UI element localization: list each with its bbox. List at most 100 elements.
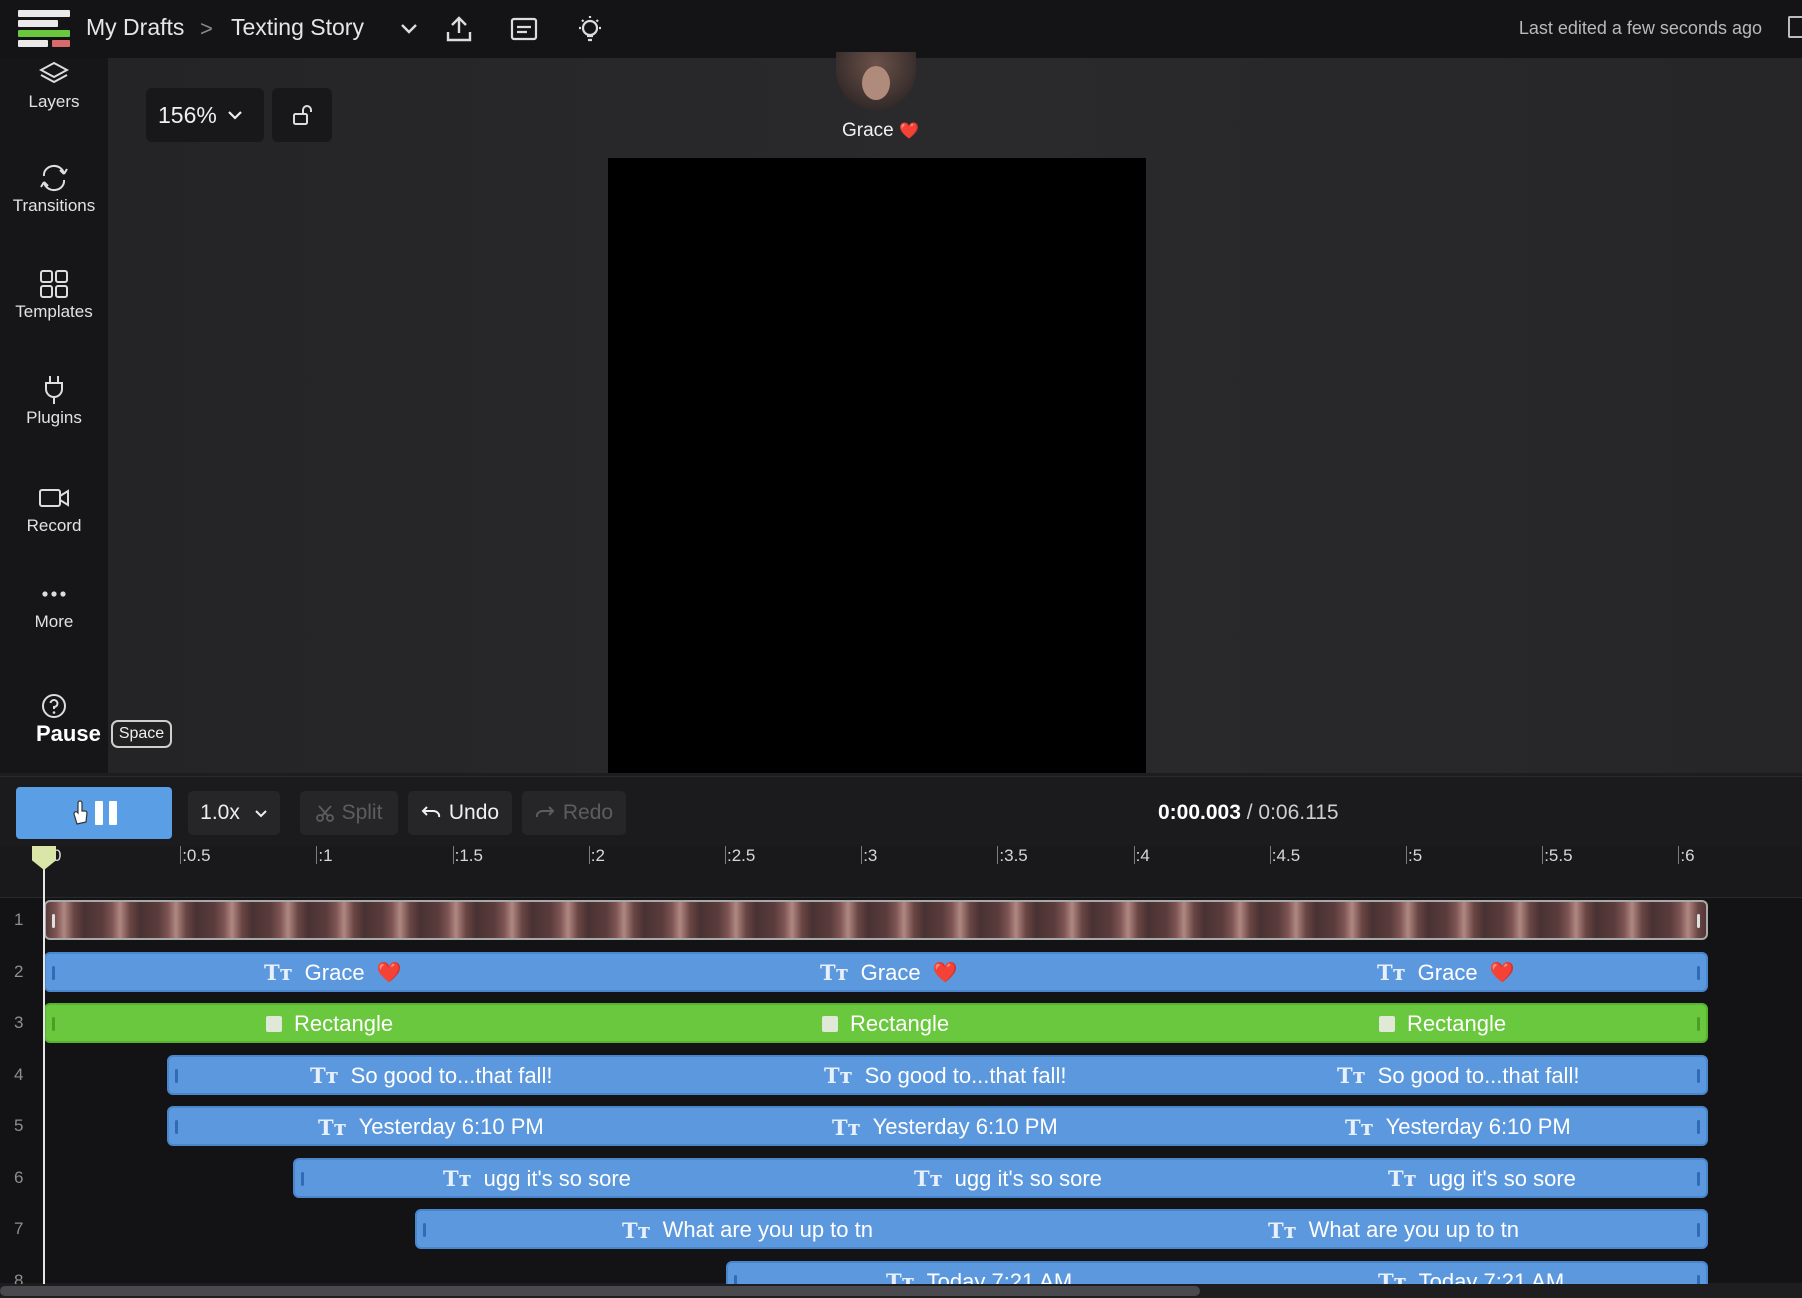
text-clip[interactable]: Tт So good to...that fall! Tт So good to...… xyxy=(167,1054,1708,1095)
clip-segment-label: Rectangle xyxy=(822,1011,949,1037)
redo-button[interactable]: Redo xyxy=(522,791,626,835)
undo-button[interactable]: Undo xyxy=(408,791,512,835)
sidebar-item-record[interactable]: Record xyxy=(0,482,108,536)
clip-trim-handle-left[interactable] xyxy=(52,1017,55,1031)
ruler-tick-label: :6 xyxy=(1680,846,1695,865)
text-clip[interactable]: Tт ugg it's so sore Tт ugg it's so sore Tт ug… xyxy=(293,1157,1708,1198)
sidebar-item-label: Plugins xyxy=(26,408,82,427)
ruler-tick-mark xyxy=(1542,846,1544,864)
segment-text: Grace xyxy=(860,959,921,985)
clip-trim-handle-right[interactable] xyxy=(1697,1120,1700,1134)
track-number: 5 xyxy=(14,1116,24,1135)
clip-segment-label: Tт So good to...that fall! xyxy=(1337,1063,1579,1089)
clip-trim-handle-right[interactable] xyxy=(1697,1171,1700,1186)
clip-segment-label: Tт Grace ❤️ xyxy=(1377,960,1514,986)
clip-segment-label: Tт Grace ❤️ xyxy=(264,960,401,986)
segment-text: So good to...that fall! xyxy=(864,1062,1067,1088)
sidebar-item-more[interactable]: More xyxy=(0,578,108,632)
panel-toggle-icon[interactable] xyxy=(1788,16,1802,38)
ruler-tick-label: :5.5 xyxy=(1544,846,1573,865)
templates-icon xyxy=(36,268,72,300)
text-clip[interactable]: Tт Yesterday 6:10 PM Tт Yesterday 6:10 PM Tт… xyxy=(167,1106,1708,1146)
text-type-icon: Tт xyxy=(1268,1217,1297,1243)
scrollbar-thumb[interactable] xyxy=(0,1286,1200,1296)
segment-text: So good to...that fall! xyxy=(350,1062,553,1088)
redo-label: Redo xyxy=(562,801,614,824)
video-preview[interactable] xyxy=(608,158,1146,773)
rectangle-icon xyxy=(266,1016,282,1032)
segment-text: So good to...that fall! xyxy=(1377,1062,1580,1088)
text-clip[interactable]: Tт Grace ❤️ Tт Grace ❤️ Tт Grace ❤️ xyxy=(44,951,1708,992)
clip-trim-handle-left[interactable] xyxy=(52,914,55,928)
clip-trim-handle-left[interactable] xyxy=(423,1223,426,1237)
sidebar-item-transitions[interactable]: Transitions xyxy=(0,162,108,216)
current-time: 0:00.003 xyxy=(1158,801,1241,824)
time-separator: / xyxy=(1240,801,1259,824)
ruler-tick-label: :4.5 xyxy=(1271,846,1301,865)
clip-trim-handle-right[interactable] xyxy=(1697,1017,1700,1031)
playback-speed-select[interactable]: 1.0x xyxy=(188,791,280,835)
ruler-tick-label: :3 xyxy=(863,846,878,865)
text-type-icon: Tт xyxy=(824,1063,853,1088)
track-number: 4 xyxy=(14,1064,24,1084)
help-button[interactable] xyxy=(0,690,108,722)
rectangle-clip[interactable]: Rectangle Rectangle Rectangle xyxy=(44,1003,1708,1043)
ruler-tick-label: :1.5 xyxy=(454,846,483,865)
breadcrumb-my-drafts[interactable]: My Drafts xyxy=(86,14,184,41)
camera-icon xyxy=(36,482,72,514)
clip-segment-label: Tт So good to...that fall! xyxy=(824,1063,1066,1089)
export-upload-icon[interactable] xyxy=(444,14,474,44)
zoom-value: 156% xyxy=(158,101,217,128)
subtitles-icon[interactable] xyxy=(509,14,539,44)
segment-text: Yesterday 6:10 PM xyxy=(1385,1114,1571,1139)
sidebar-item-label: Transitions xyxy=(12,196,96,215)
track-number: 7 xyxy=(14,1219,24,1238)
pointer-cursor-icon xyxy=(71,800,89,826)
clip-trim-handle-left[interactable] xyxy=(175,1068,178,1083)
breadcrumb-separator: > xyxy=(200,16,213,41)
sidebar-item-plugins[interactable]: Plugins xyxy=(0,374,108,428)
segment-text: What are you up to tn xyxy=(662,1217,873,1242)
clip-trim-handle-left[interactable] xyxy=(301,1171,304,1186)
help-icon xyxy=(36,690,72,722)
sidebar-item-layers[interactable]: Layers xyxy=(0,58,108,112)
ruler-tick-label: :4 xyxy=(1135,846,1150,865)
segment-text: Yesterday 6:10 PM xyxy=(358,1114,544,1139)
unlock-icon xyxy=(293,105,312,125)
chevron-down-icon[interactable] xyxy=(394,14,424,44)
clip-segment-label: Tт Yesterday 6:10 PM xyxy=(832,1114,1058,1140)
sidebar-item-templates[interactable]: Templates xyxy=(0,268,108,322)
clip-segment-label: Tт ugg it's so sore xyxy=(443,1166,631,1192)
left-sidebar: Layers Transitions Templates Plugins Rec… xyxy=(0,58,108,773)
clip-trim-handle-right[interactable] xyxy=(1697,1223,1700,1237)
sidebar-item-label: Layers xyxy=(28,92,80,111)
project-title[interactable]: Texting Story xyxy=(231,14,364,41)
split-button[interactable]: Split xyxy=(300,791,398,835)
clip-trim-handle-left[interactable] xyxy=(52,965,55,980)
app-logo[interactable] xyxy=(18,10,70,48)
pause-icon xyxy=(95,801,103,825)
clip-trim-handle-left[interactable] xyxy=(175,1120,178,1134)
aspect-lock-button[interactable] xyxy=(272,88,332,142)
video-clip[interactable] xyxy=(44,900,1708,940)
ruler-tick-mark xyxy=(997,846,999,864)
clip-trim-handle-right[interactable] xyxy=(1697,914,1700,928)
more-dots-icon xyxy=(36,578,72,610)
lightbulb-icon[interactable] xyxy=(575,14,605,44)
zoom-select[interactable]: 156% xyxy=(146,88,264,142)
timeline-ruler[interactable]: 0:0.5:1:1.5:2:2.5:3:3.5:4:4.5:5:5.5:6 xyxy=(0,846,1802,898)
ruler-tick-mark xyxy=(588,846,590,864)
text-type-icon: Tт xyxy=(264,960,293,985)
play-pause-button[interactable] xyxy=(16,787,172,839)
clip-trim-handle-right[interactable] xyxy=(1697,965,1700,980)
segment-text: Rectangle xyxy=(294,1011,394,1036)
ruler-tick-mark xyxy=(452,846,454,864)
ruler-tick-mark xyxy=(180,846,182,864)
segment-text: ugg it's so sore xyxy=(483,1165,631,1191)
track-number: 3 xyxy=(14,1013,24,1032)
text-type-icon: Tт xyxy=(820,960,849,985)
text-clip[interactable]: Tт What are you up to tn Tт What are you up… xyxy=(415,1209,1708,1249)
clip-trim-handle-right[interactable] xyxy=(1697,1068,1700,1083)
tooltip-label: Pause xyxy=(36,721,101,746)
text-type-icon: Tт xyxy=(622,1217,651,1243)
